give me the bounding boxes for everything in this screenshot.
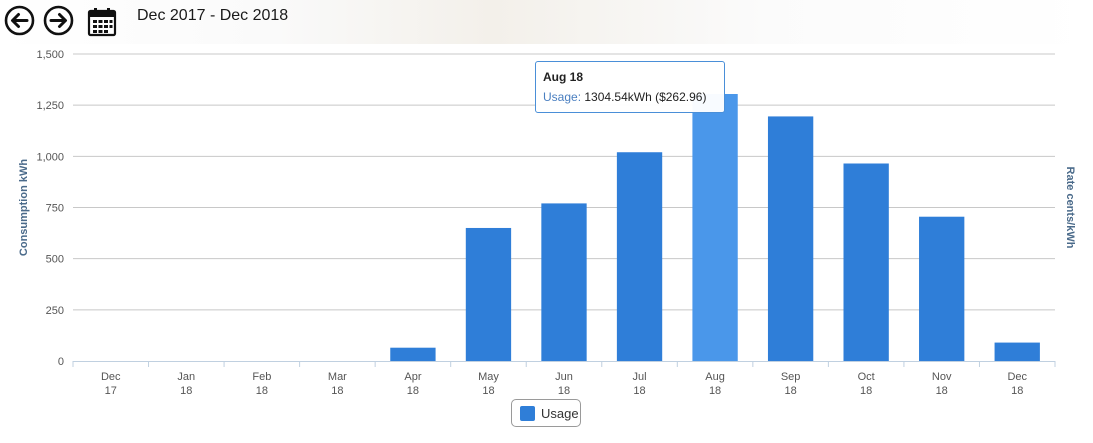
x-tick-label: 18 xyxy=(784,385,796,397)
bar xyxy=(843,163,889,361)
x-tick-label: Apr xyxy=(404,371,421,383)
tooltip-title: Aug 18 xyxy=(543,70,584,84)
x-tick-label: Nov xyxy=(932,371,952,383)
x-tick-label: 18 xyxy=(1011,385,1023,397)
x-tick-label: Dec xyxy=(101,371,121,383)
x-tick-label: 18 xyxy=(256,385,268,397)
y2-axis-title: Rate cents/kWh xyxy=(1064,167,1076,249)
tooltip-series-label: Usage: xyxy=(543,90,582,104)
calendar-icon xyxy=(87,8,117,37)
legend-item-usage[interactable]: Usage xyxy=(511,399,581,427)
x-tick-label: 18 xyxy=(558,385,570,397)
y-tick-label: 0 xyxy=(58,356,64,368)
bar xyxy=(767,116,814,361)
bar xyxy=(692,94,738,361)
x-tick-label: Dec xyxy=(1007,371,1027,383)
arrow-right-circle-icon xyxy=(43,5,74,36)
bar xyxy=(465,227,512,361)
y-tick-label: 750 xyxy=(46,203,64,215)
period-label: Dec 2017 - Dec 2018 xyxy=(137,7,289,24)
y-axis-title: Consumption kWh xyxy=(18,159,30,256)
x-tick-label: Feb xyxy=(252,371,271,383)
x-tick-label: Jul xyxy=(633,371,647,383)
y-tick-label: 1,500 xyxy=(36,49,64,61)
x-tick-label: 18 xyxy=(180,385,192,397)
x-tick-label: Mar xyxy=(328,371,347,383)
x-tick-label: 17 xyxy=(105,385,117,397)
y-tick-label: 250 xyxy=(46,305,64,317)
x-tick-label: 18 xyxy=(633,385,645,397)
x-tick-label: Oct xyxy=(858,371,875,383)
x-tick-label: 18 xyxy=(936,385,948,397)
next-period-button[interactable] xyxy=(43,5,74,36)
x-tick-label: 18 xyxy=(407,385,419,397)
arrow-left-circle-icon xyxy=(4,5,35,36)
legend-swatch xyxy=(520,405,535,421)
legend-label: Usage xyxy=(541,405,579,421)
chart-tooltip: Aug 18 Usage: 1304.54kWh ($262.96) xyxy=(535,61,725,113)
x-tick-label: May xyxy=(478,371,499,383)
calendar-button[interactable] xyxy=(86,6,118,38)
bar xyxy=(919,216,965,361)
bar xyxy=(994,342,1040,361)
x-tick-label: Jan xyxy=(177,371,195,383)
previous-period-button[interactable] xyxy=(4,5,35,36)
x-tick-label: 18 xyxy=(860,385,872,397)
y-tick-label: 1,250 xyxy=(36,100,64,112)
x-tick-label: 18 xyxy=(482,385,494,397)
bar xyxy=(616,152,663,361)
tooltip-value: 1304.54kWh ($262.96) xyxy=(584,90,707,104)
y-tick-label: 1,000 xyxy=(36,151,64,163)
bar xyxy=(390,347,436,361)
x-tick-label: 18 xyxy=(709,385,721,397)
y-tick-label: 500 xyxy=(46,254,64,266)
bar xyxy=(541,203,587,361)
x-tick-label: Aug xyxy=(705,371,725,383)
x-tick-label: 18 xyxy=(331,385,343,397)
x-tick-label: Sep xyxy=(781,371,801,383)
x-tick-label: Jun xyxy=(555,371,573,383)
